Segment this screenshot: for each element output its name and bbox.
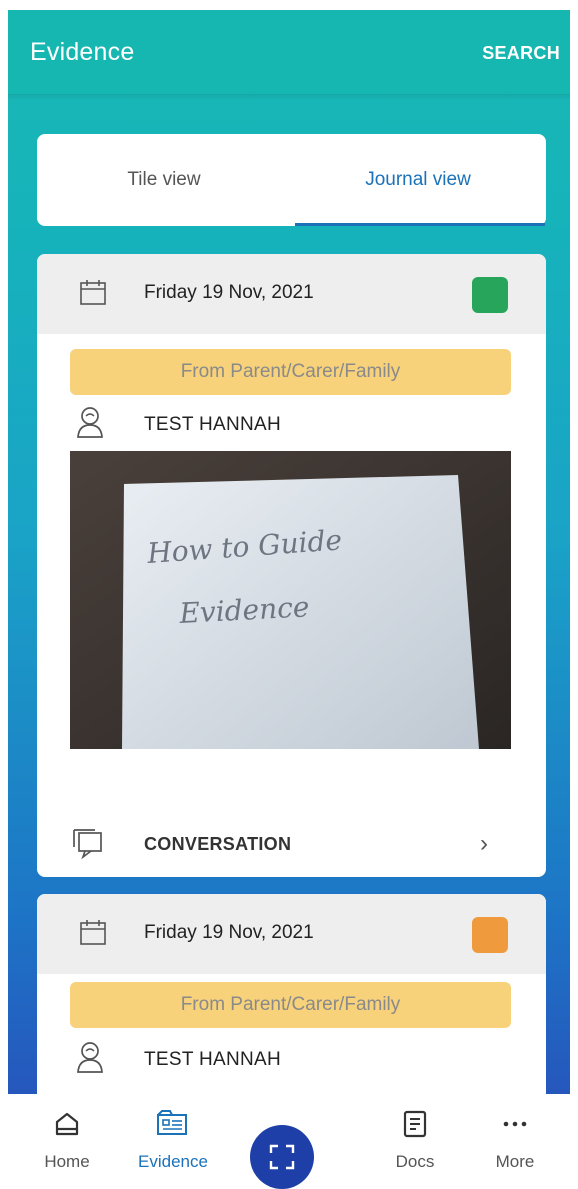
person-icon	[77, 407, 103, 438]
card-header: Friday 19 Nov, 2021	[37, 254, 546, 334]
chevron-right-icon[interactable]: ›	[480, 830, 488, 858]
conversation-label[interactable]: CONVERSATION	[144, 834, 291, 855]
app-bar-shadow	[8, 94, 570, 100]
view-tabs: Tile view Journal view	[37, 134, 546, 226]
tab-journal-view-label: Journal view	[365, 169, 471, 190]
evidence-card[interactable]: Friday 19 Nov, 2021 From Parent/Carer/Fa…	[37, 254, 546, 877]
active-tab-indicator	[295, 223, 545, 226]
evidence-photo[interactable]: How to Guide Evidence	[70, 451, 511, 749]
tab-tile-view[interactable]: Tile view	[37, 134, 291, 226]
evidence-date: Friday 19 Nov, 2021	[144, 922, 314, 943]
more-icon	[503, 1121, 527, 1127]
nav-docs-label: Docs	[395, 1152, 435, 1171]
person-name: TEST HANNAH	[144, 414, 282, 435]
nav-more[interactable]: More	[460, 1094, 570, 1175]
person-icon	[77, 1042, 103, 1073]
conversation-icon	[73, 829, 102, 859]
calendar-icon	[80, 920, 106, 945]
nav-home[interactable]: Home	[12, 1094, 122, 1175]
nav-evidence[interactable]: Evidence	[118, 1094, 228, 1175]
evidence-icon	[157, 1110, 187, 1135]
app-screen: Evidence SEARCH Tile view Journal view F…	[8, 10, 570, 1175]
scan-icon	[269, 1144, 295, 1170]
calendar-icon	[80, 280, 106, 305]
tab-journal-view[interactable]: Journal view	[291, 134, 545, 226]
evidence-date: Friday 19 Nov, 2021	[144, 282, 314, 303]
nav-home-label: Home	[44, 1152, 90, 1171]
app-bar: Evidence SEARCH	[8, 10, 570, 94]
docs-icon	[403, 1110, 427, 1138]
search-button[interactable]: SEARCH	[482, 43, 560, 64]
home-icon	[55, 1112, 79, 1136]
source-badge: From Parent/Carer/Family	[70, 982, 511, 1028]
page-title: Evidence	[30, 38, 135, 66]
card-header: Friday 19 Nov, 2021	[37, 894, 546, 974]
handwriting-line-2: Evidence	[178, 590, 311, 630]
status-indicator	[472, 917, 508, 953]
scan-button[interactable]	[250, 1125, 314, 1189]
source-badge: From Parent/Carer/Family	[70, 349, 511, 395]
status-indicator	[472, 277, 508, 313]
nav-evidence-label: Evidence	[138, 1152, 208, 1171]
person-name: TEST HANNAH	[144, 1049, 282, 1070]
nav-docs[interactable]: Docs	[360, 1094, 470, 1175]
photo-content: How to Guide Evidence	[70, 451, 511, 749]
nav-more-label: More	[495, 1152, 535, 1171]
tab-tile-view-label: Tile view	[127, 169, 201, 190]
